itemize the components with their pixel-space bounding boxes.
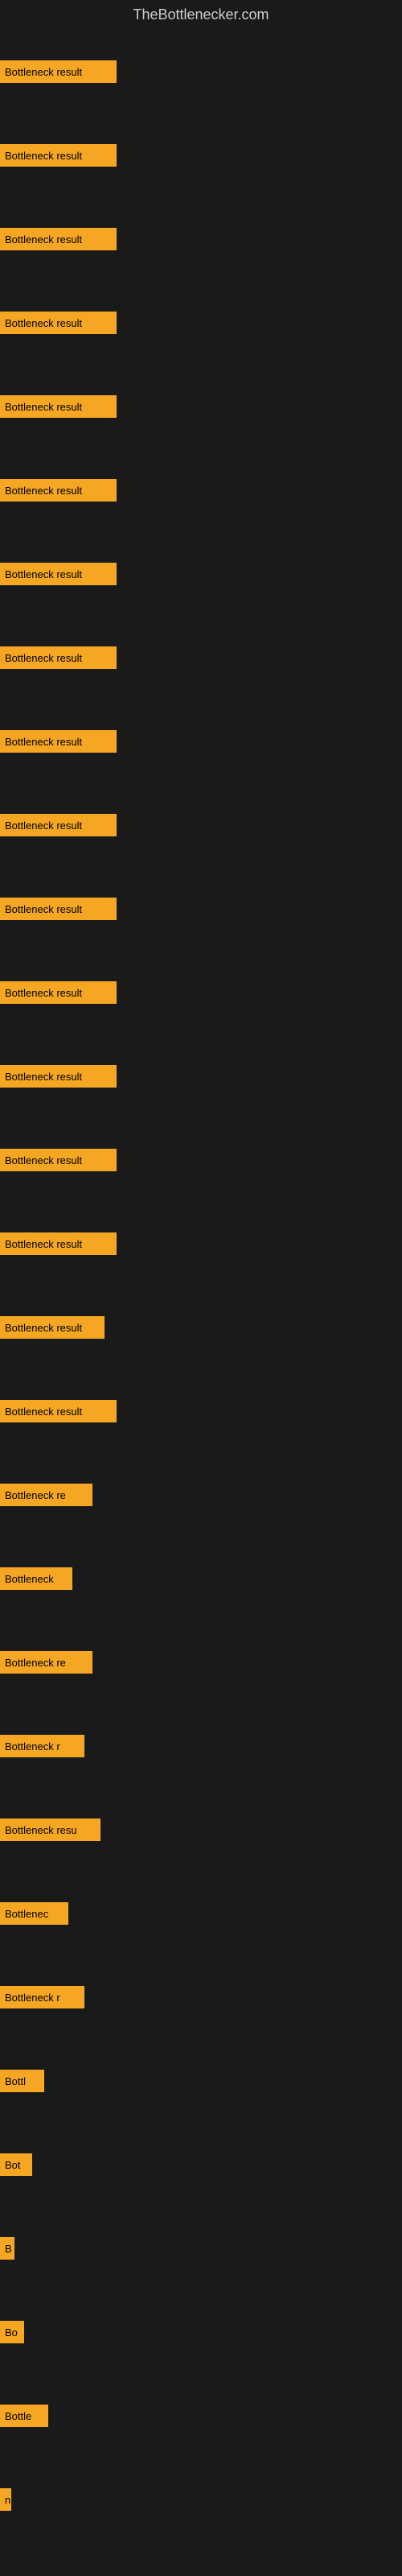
row-wrapper: Bottl <box>0 2039 402 2123</box>
row-wrapper: Bottleneck result <box>0 951 402 1034</box>
row-wrapper: B <box>0 2207 402 2290</box>
bottleneck-bar[interactable]: Bottleneck r <box>0 1735 84 1757</box>
bottleneck-bar[interactable]: Bottleneck <box>0 1567 72 1590</box>
row-wrapper: Bottleneck result <box>0 197 402 281</box>
row-wrapper: Bottleneck result <box>0 616 402 700</box>
row-wrapper: Bottleneck re <box>0 1620 402 1704</box>
row-wrapper: Bottleneck result <box>0 1202 402 1286</box>
row-wrapper: Bottleneck result <box>0 867 402 951</box>
bottleneck-bar[interactable]: Bot <box>0 2153 32 2176</box>
row-wrapper: Bottleneck result <box>0 30 402 114</box>
bottleneck-bar[interactable]: Bottleneck result <box>0 1316 105 1339</box>
bottleneck-bar[interactable]: Bottlenec <box>0 1902 68 1925</box>
row-wrapper: Bottleneck result <box>0 1286 402 1369</box>
bottleneck-bar[interactable]: B <box>0 2237 14 2260</box>
row-wrapper: Bottleneck <box>0 1537 402 1620</box>
row-wrapper: Bottleneck result <box>0 783 402 867</box>
bottleneck-bar[interactable]: Bottleneck result <box>0 730 117 753</box>
bottleneck-bar[interactable]: Bottleneck result <box>0 144 117 167</box>
site-title: TheBottlenecker.com <box>0 0 402 30</box>
row-wrapper: Bot <box>0 2123 402 2207</box>
bottleneck-bar[interactable]: Bottleneck result <box>0 563 117 585</box>
row-wrapper: Bottleneck re <box>0 1453 402 1537</box>
bottleneck-bar[interactable]: Bottleneck result <box>0 1400 117 1422</box>
row-wrapper: Bottleneck result <box>0 448 402 532</box>
bottleneck-bar[interactable]: Bottleneck result <box>0 1232 117 1255</box>
row-wrapper: Bottlenec <box>0 1872 402 1955</box>
bottleneck-bar[interactable]: Bottleneck re <box>0 1651 92 1674</box>
row-wrapper: Bottleneck r <box>0 1955 402 2039</box>
bottleneck-bar[interactable]: Bottleneck result <box>0 898 117 920</box>
bottleneck-bar[interactable]: Bottleneck re <box>0 1484 92 1506</box>
row-wrapper: Bottleneck result <box>0 532 402 616</box>
bottleneck-bar[interactable]: Bottle <box>0 2405 48 2427</box>
bottleneck-bar[interactable]: Bottleneck result <box>0 312 117 334</box>
row-wrapper: Bottle <box>0 2374 402 2458</box>
bottleneck-bar[interactable]: Bottleneck result <box>0 228 117 250</box>
bottleneck-bar[interactable]: Bo <box>0 2321 24 2343</box>
bottleneck-bar[interactable]: Bottleneck result <box>0 479 117 502</box>
row-wrapper: Bottleneck result <box>0 114 402 197</box>
bottleneck-bar[interactable]: Bottleneck result <box>0 814 117 836</box>
row-wrapper: Bottleneck result <box>0 365 402 448</box>
bottleneck-bar[interactable]: Bottleneck result <box>0 981 117 1004</box>
row-wrapper: Bottleneck result <box>0 1034 402 1118</box>
row-wrapper: n <box>0 2458 402 2541</box>
row-wrapper: Bottleneck result <box>0 1369 402 1453</box>
bottleneck-bar[interactable]: Bottleneck result <box>0 1065 117 1088</box>
bottleneck-bar[interactable]: Bottleneck result <box>0 395 117 418</box>
bottleneck-bar[interactable]: Bottleneck resu <box>0 1818 100 1841</box>
row-wrapper: Bo <box>0 2290 402 2374</box>
bottleneck-bar[interactable]: Bottleneck result <box>0 646 117 669</box>
row-wrapper: Bottleneck r <box>0 1704 402 1788</box>
bottleneck-bar[interactable]: Bottleneck result <box>0 60 117 83</box>
bottleneck-bar[interactable]: Bottl <box>0 2070 44 2092</box>
row-wrapper: Bottleneck resu <box>0 1788 402 1872</box>
row-wrapper: Bottleneck result <box>0 700 402 783</box>
row-wrapper: Bottleneck result <box>0 1118 402 1202</box>
bottleneck-bar[interactable]: n <box>0 2488 11 2511</box>
bottleneck-bar[interactable]: Bottleneck result <box>0 1149 117 1171</box>
row-wrapper: Bottleneck result <box>0 281 402 365</box>
bars-container: Bottleneck result Bottleneck result Bottle… <box>0 30 402 2541</box>
page-wrapper: TheBottlenecker.com Bottleneck resultBot… <box>0 0 402 2541</box>
bottleneck-bar[interactable]: Bottleneck r <box>0 1986 84 2008</box>
